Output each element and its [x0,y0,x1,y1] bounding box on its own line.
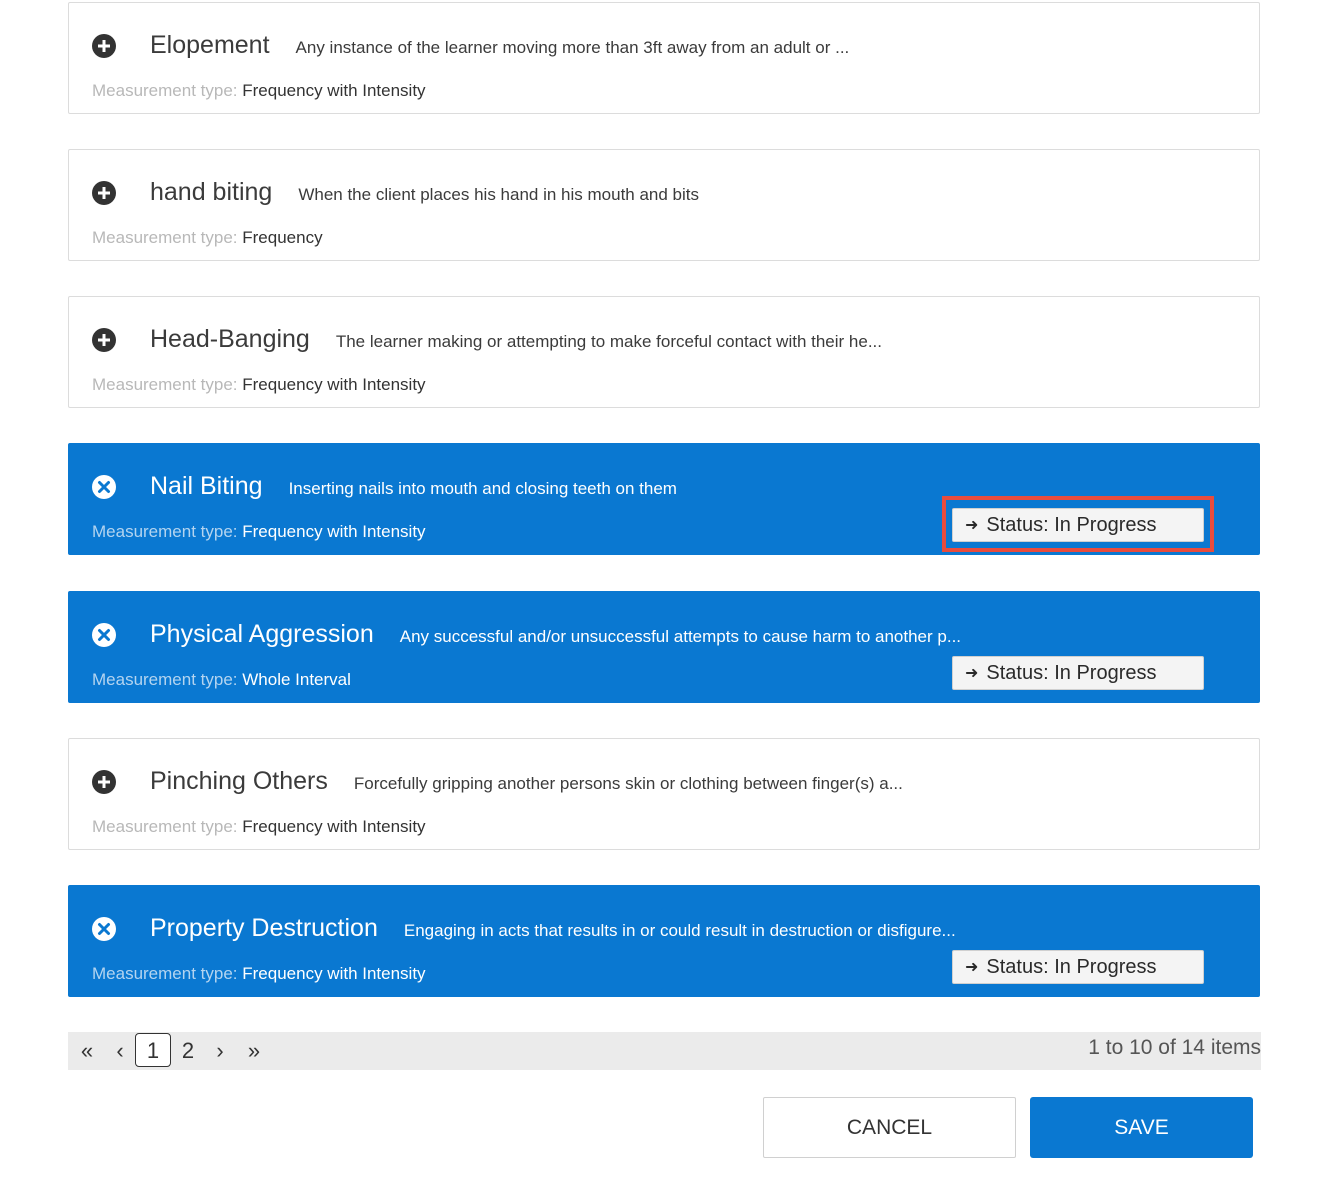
pagination-info: 1 to 10 of 14 items [1088,1036,1261,1059]
behavior-title: Elopement [150,31,270,59]
behavior-title: Property Destruction [150,914,378,942]
measurement-type: Measurement type: Whole Interval [92,670,351,690]
measurement-type: Measurement type: Frequency with Intensi… [92,522,426,542]
measurement-type-label: Measurement type: [92,375,238,394]
measurement-type-value: Frequency [242,228,323,247]
behavior-title: Pinching Others [150,767,328,795]
cancel-button[interactable]: CANCEL [763,1097,1016,1158]
behavior-title-row: Property Destruction Engaging in acts tha… [150,914,956,943]
measurement-type: Measurement type: Frequency with Intensi… [92,375,426,395]
behavior-selection-page: Elopement Any instance of the learner mov… [0,0,1320,1182]
measurement-type-value: Frequency with Intensity [242,817,426,836]
highlight-annotation [942,496,1214,552]
behavior-description: The learner making or attempting to make… [335,332,882,351]
plus-circle-icon[interactable] [91,33,117,59]
plus-circle-icon[interactable] [91,180,117,206]
behavior-card-property-destruction[interactable]: Property Destruction Engaging in acts tha… [68,885,1260,997]
x-circle-icon[interactable] [91,622,117,648]
behavior-title-row: Head-Banging The learner making or attemp… [150,325,882,354]
measurement-type-label: Measurement type: [92,670,238,689]
behavior-description: Any successful and/or unsuccessful attem… [399,627,962,646]
last-page-button[interactable]: » [243,1032,265,1070]
measurement-type-label: Measurement type: [92,522,238,541]
measurement-type-value: Whole Interval [242,670,351,689]
prev-page-button[interactable]: ‹ [110,1032,130,1070]
behavior-description: Engaging in acts that results in or coul… [403,921,956,940]
measurement-type: Measurement type: Frequency with Intensi… [92,964,426,984]
behavior-title: Nail Biting [150,472,263,500]
status-button[interactable]: ➜ Status: In Progress [952,950,1204,984]
behavior-card-pinching-others[interactable]: Pinching Others Forcefully gripping anoth… [68,738,1260,850]
status-button[interactable]: ➜ Status: In Progress [952,656,1204,690]
x-circle-icon[interactable] [91,474,117,500]
status-label: Status: In Progress [986,662,1157,684]
behavior-card-elopement[interactable]: Elopement Any instance of the learner mov… [68,2,1260,114]
measurement-type-label: Measurement type: [92,964,238,983]
behavior-card-nail-biting[interactable]: Nail Biting Inserting nails into mouth an… [68,443,1260,555]
behavior-title-row: hand biting When the client places his ha… [150,178,699,207]
measurement-type-value: Frequency with Intensity [242,81,426,100]
behavior-title: Head-Banging [150,325,310,353]
behavior-card-physical-aggression[interactable]: Physical Aggression Any successful and/or… [68,591,1260,703]
measurement-type-label: Measurement type: [92,817,238,836]
behavior-title-row: Pinching Others Forcefully gripping anoth… [150,767,903,796]
behavior-title-row: Elopement Any instance of the learner mov… [150,31,849,60]
behavior-title-row: Physical Aggression Any successful and/or… [150,620,961,649]
plus-circle-icon[interactable] [91,327,117,353]
measurement-type-value: Frequency with Intensity [242,375,426,394]
behavior-title: hand biting [150,178,273,206]
measurement-type: Measurement type: Frequency with Intensi… [92,817,426,837]
first-page-button[interactable]: « [76,1032,98,1070]
measurement-type-label: Measurement type: [92,81,238,100]
behavior-title: Physical Aggression [150,620,374,648]
behavior-title-row: Nail Biting Inserting nails into mouth an… [150,472,677,501]
next-page-button[interactable]: › [210,1032,230,1070]
behavior-description: When the client places his hand in his m… [298,185,700,204]
behavior-card-hand-biting[interactable]: hand biting When the client places his ha… [68,149,1260,261]
measurement-type-value: Frequency with Intensity [242,522,426,541]
page-2-button[interactable]: 2 [172,1032,204,1070]
behavior-description: Any instance of the learner moving more … [295,38,850,57]
behavior-card-head-banging[interactable]: Head-Banging The learner making or attemp… [68,296,1260,408]
page-1-button[interactable]: 1 [135,1033,171,1067]
behavior-description: Forcefully gripping another persons skin… [353,774,903,793]
x-circle-icon[interactable] [91,916,117,942]
save-button[interactable]: SAVE [1030,1097,1253,1158]
arrow-right-icon: ➜ [965,665,979,682]
measurement-type: Measurement type: Frequency [92,228,323,248]
measurement-type-label: Measurement type: [92,228,238,247]
measurement-type: Measurement type: Frequency with Intensi… [92,81,426,101]
arrow-right-icon: ➜ [965,959,979,976]
pagination-bar: « ‹ 1 2 › » 1 to 10 of 14 items [68,1032,1261,1070]
behavior-description: Inserting nails into mouth and closing t… [288,479,677,498]
measurement-type-value: Frequency with Intensity [242,964,426,983]
status-label: Status: In Progress [986,956,1157,978]
plus-circle-icon[interactable] [91,769,117,795]
